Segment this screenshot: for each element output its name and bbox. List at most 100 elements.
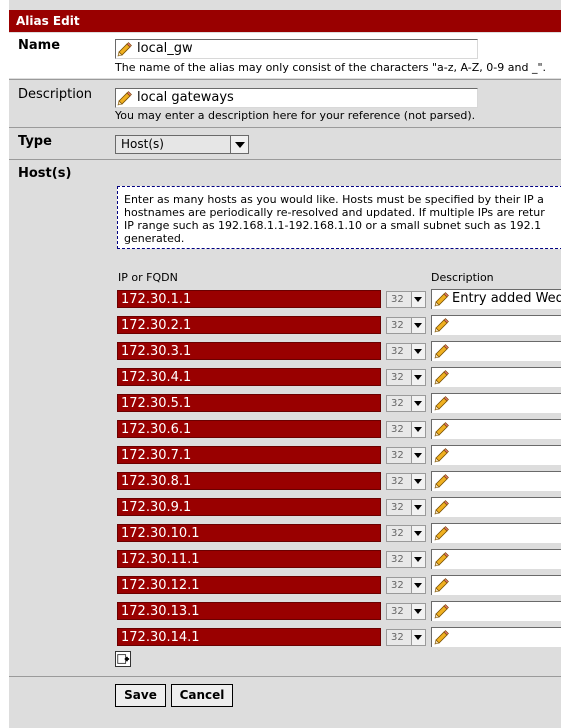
pencil-icon — [434, 526, 449, 541]
pencil-icon — [434, 604, 449, 619]
host-description-input[interactable] — [431, 445, 561, 465]
host-ip-input[interactable]: 172.30.4.1 — [117, 368, 381, 386]
host-description-input[interactable] — [431, 601, 561, 621]
subnet-mask-select[interactable]: 32 — [386, 525, 426, 542]
panel-title: Alias Edit — [9, 10, 561, 32]
subnet-mask-value: 32 — [391, 424, 404, 435]
host-description-input[interactable] — [431, 549, 561, 569]
host-ip-input[interactable]: 172.30.14.1 — [117, 628, 381, 646]
info-line: IP range such as 192.168.1.1-192.168.1.1… — [124, 219, 542, 232]
host-ip-input[interactable]: 172.30.2.1 — [117, 316, 381, 334]
host-description-input[interactable] — [431, 575, 561, 595]
host-ip-input[interactable]: 172.30.11.1 — [117, 550, 381, 568]
host-ip-input[interactable]: 172.30.3.1 — [117, 342, 381, 360]
subnet-mask-value: 32 — [391, 398, 404, 409]
subnet-mask-select[interactable]: 32 — [386, 629, 426, 646]
chevron-down-icon — [411, 344, 425, 359]
subnet-mask-select[interactable]: 32 — [386, 369, 426, 386]
chevron-down-icon — [411, 474, 425, 489]
description-hint: You may enter a description here for you… — [115, 109, 476, 122]
chevron-down-icon — [411, 552, 425, 567]
chevron-down-icon — [411, 422, 425, 437]
column-header-description: Description — [431, 271, 494, 284]
subnet-mask-select[interactable]: 32 — [386, 317, 426, 334]
host-ip-input[interactable]: 172.30.5.1 — [117, 394, 381, 412]
pencil-icon — [434, 448, 449, 463]
host-ip-input[interactable]: 172.30.13.1 — [117, 602, 381, 620]
subnet-mask-value: 32 — [391, 346, 404, 357]
type-label: Type — [18, 134, 52, 149]
pencil-icon — [434, 344, 449, 359]
subnet-mask-select[interactable]: 32 — [386, 577, 426, 594]
host-ip-input[interactable]: 172.30.1.1 — [117, 290, 381, 308]
host-ip-input[interactable]: 172.30.6.1 — [117, 420, 381, 438]
host-ip-input[interactable]: 172.30.12.1 — [117, 576, 381, 594]
host-ip-input[interactable]: 172.30.8.1 — [117, 472, 381, 490]
description-value: local gateways — [137, 90, 234, 105]
pencil-icon — [117, 42, 132, 57]
chevron-down-icon — [411, 448, 425, 463]
subnet-mask-value: 32 — [391, 554, 404, 565]
host-description-input[interactable] — [431, 497, 561, 517]
subnet-mask-select[interactable]: 32 — [386, 395, 426, 412]
pencil-icon — [434, 474, 449, 489]
column-header-ip: IP or FQDN — [118, 271, 178, 284]
chevron-down-icon — [230, 136, 248, 153]
subnet-mask-value: 32 — [391, 320, 404, 331]
subnet-mask-value: 32 — [391, 450, 404, 461]
host-description-input[interactable] — [431, 341, 561, 361]
name-value: local_gw — [137, 41, 193, 56]
host-description-input[interactable] — [431, 367, 561, 387]
save-button[interactable]: Save — [115, 684, 166, 707]
subnet-mask-select[interactable]: 32 — [386, 551, 426, 568]
info-line: hostnames are periodically re-resolved a… — [124, 206, 545, 219]
subnet-mask-select[interactable]: 32 — [386, 343, 426, 360]
description-label: Description — [18, 87, 93, 102]
host-description-input[interactable] — [431, 393, 561, 413]
divider — [9, 159, 561, 160]
chevron-down-icon — [411, 526, 425, 541]
subnet-mask-select[interactable]: 32 — [386, 291, 426, 308]
name-hint: The name of the alias may only consist o… — [115, 61, 546, 74]
subnet-mask-select[interactable]: 32 — [386, 499, 426, 516]
host-ip-input[interactable]: 172.30.7.1 — [117, 446, 381, 464]
subnet-mask-value: 32 — [391, 502, 404, 513]
subnet-mask-value: 32 — [391, 606, 404, 617]
host-description-input[interactable] — [431, 315, 561, 335]
pencil-icon — [434, 396, 449, 411]
subnet-mask-select[interactable]: 32 — [386, 603, 426, 620]
chevron-down-icon — [411, 292, 425, 307]
subnet-mask-value: 32 — [391, 372, 404, 383]
subnet-mask-value: 32 — [391, 580, 404, 591]
pencil-icon — [117, 91, 132, 106]
chevron-down-icon — [411, 500, 425, 515]
name-label: Name — [18, 38, 61, 53]
subnet-mask-select[interactable]: 32 — [386, 473, 426, 490]
host-description-input[interactable] — [431, 419, 561, 439]
description-input[interactable]: local gateways — [115, 88, 478, 108]
pencil-icon — [434, 552, 449, 567]
pencil-icon — [434, 500, 449, 515]
host-ip-input[interactable]: 172.30.10.1 — [117, 524, 381, 542]
subnet-mask-select[interactable]: 32 — [386, 447, 426, 464]
type-selected-value: Host(s) — [121, 137, 164, 151]
hosts-label: Host(s) — [18, 166, 72, 181]
type-select[interactable]: Host(s) — [115, 135, 249, 154]
hosts-info-box: Enter as many hosts as you would like. H… — [117, 186, 561, 249]
host-description-input[interactable] — [431, 627, 561, 647]
subnet-mask-select[interactable]: 32 — [386, 421, 426, 438]
host-ip-input[interactable]: 172.30.9.1 — [117, 498, 381, 516]
chevron-down-icon — [411, 630, 425, 645]
chevron-down-icon — [411, 578, 425, 593]
cancel-button[interactable]: Cancel — [171, 684, 233, 707]
host-description-input[interactable]: Entry added Wed, — [431, 289, 561, 309]
host-description-input[interactable] — [431, 471, 561, 491]
divider — [9, 79, 561, 80]
name-input[interactable]: local_gw — [115, 39, 478, 59]
divider — [9, 127, 561, 128]
subnet-mask-value: 32 — [391, 476, 404, 487]
chevron-down-icon — [411, 318, 425, 333]
add-row-icon[interactable] — [115, 651, 131, 667]
info-line: Enter as many hosts as you would like. H… — [124, 193, 544, 206]
host-description-input[interactable] — [431, 523, 561, 543]
